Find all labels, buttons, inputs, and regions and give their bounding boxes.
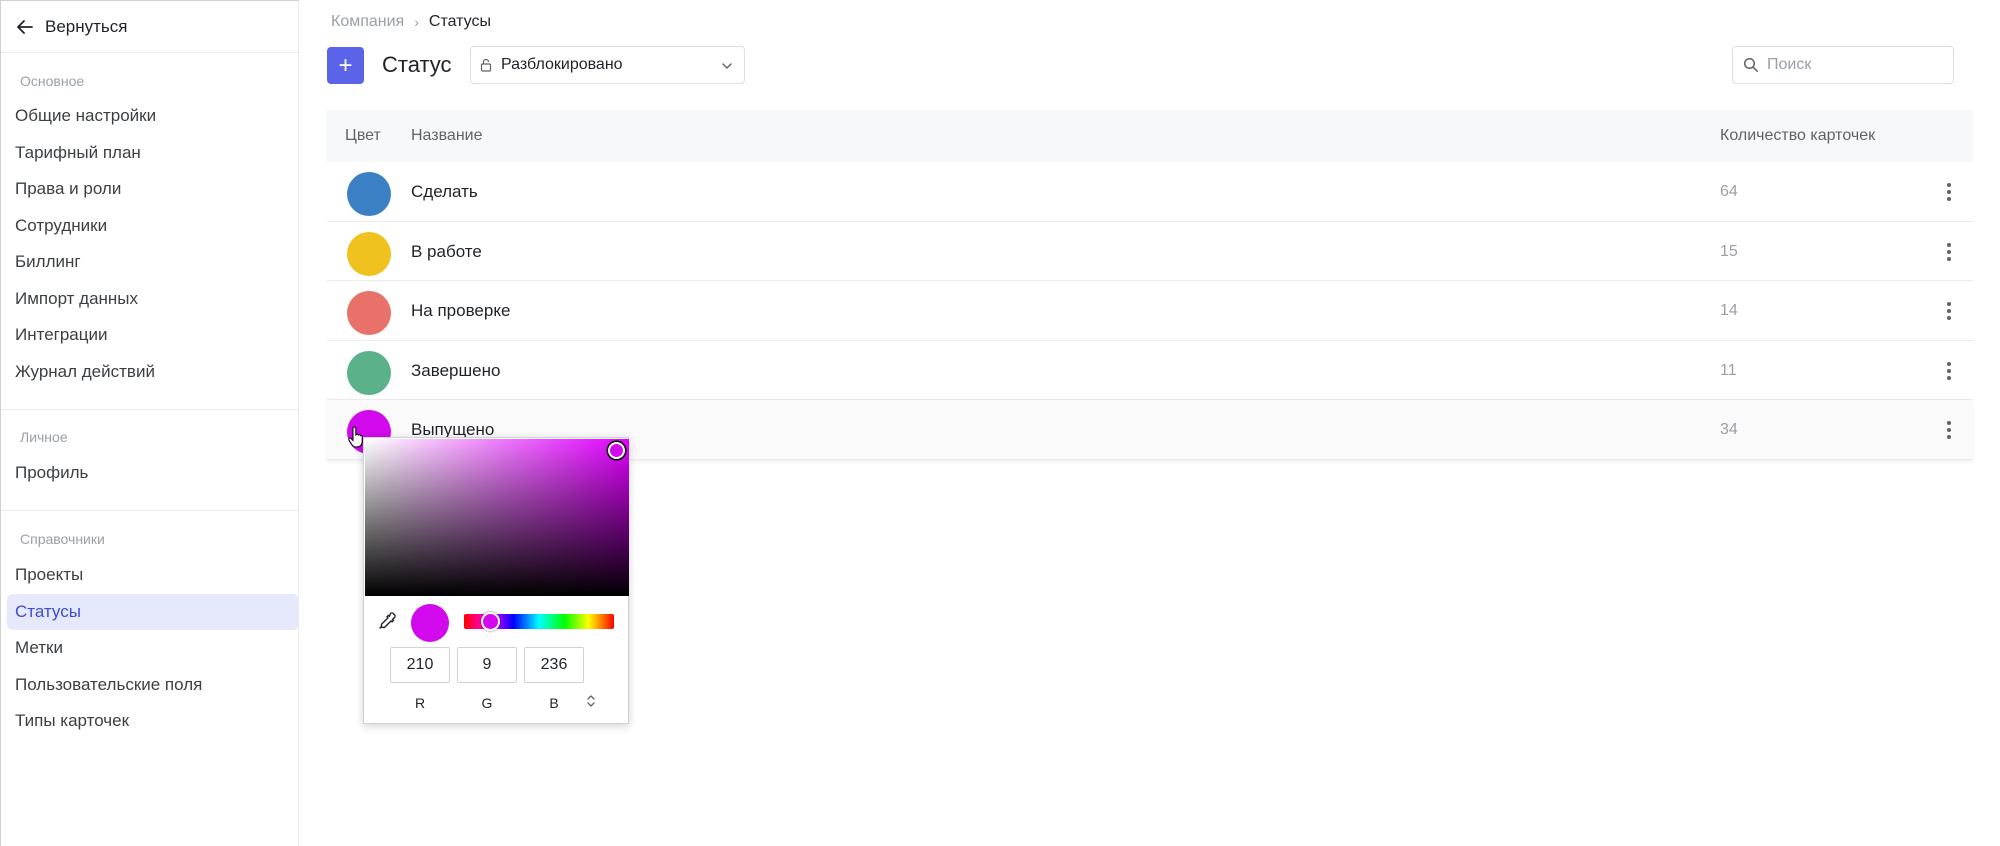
sidebar-item-card-types[interactable]: Типы карточек (7, 703, 299, 739)
status-name: Сделать (411, 182, 478, 201)
color-swatch[interactable] (347, 350, 391, 395)
table-row[interactable]: В работе 15 (327, 222, 1973, 281)
red-channel-input[interactable] (390, 647, 450, 683)
sidebar-item-projects[interactable]: Проекты (7, 557, 299, 593)
divider (1, 52, 300, 53)
divider (1, 409, 300, 410)
table-row[interactable]: Завершено 11 (327, 341, 1973, 400)
blue-channel-label: B (549, 695, 559, 711)
group-title-main: Основное (20, 73, 85, 89)
sidebar-item-import[interactable]: Импорт данных (7, 281, 299, 317)
column-header-color: Цвет (345, 127, 381, 144)
blue-channel-input[interactable] (524, 647, 584, 683)
breadcrumb-current: Статусы (428, 13, 491, 30)
breadcrumb: Компания › Статусы (331, 13, 491, 31)
more-vertical-icon[interactable] (1943, 299, 1955, 323)
sidebar-item-statuses[interactable]: Статусы (7, 594, 299, 630)
color-swatch[interactable] (347, 172, 391, 216)
add-status-button[interactable]: + (327, 47, 364, 84)
status-filter-select[interactable]: Разблокировано (470, 46, 745, 84)
table-header: Цвет Название Количество карточек (327, 110, 1973, 162)
group-title-personal: Личное (20, 429, 68, 445)
hand-pointer-icon (348, 426, 363, 448)
color-mode-toggle-icon[interactable] (585, 694, 597, 708)
table-row[interactable]: На проверке 14 (327, 281, 1973, 341)
divider (1, 510, 300, 511)
more-vertical-icon[interactable] (1943, 359, 1955, 383)
card-count: 14 (1720, 302, 1738, 319)
status-name: На проверке (411, 301, 511, 320)
lock-open-icon (480, 58, 492, 72)
breadcrumb-separator: › (414, 14, 419, 30)
arrow-left-icon (17, 20, 33, 34)
card-count: 34 (1720, 421, 1738, 438)
column-header-name[interactable]: Название (411, 127, 483, 145)
color-picker: R G B (363, 437, 629, 724)
card-count: 15 (1720, 242, 1738, 260)
sidebar-item-tags[interactable]: Метки (7, 630, 299, 666)
sidebar-item-tariff-plan[interactable]: Тарифный план (7, 135, 299, 171)
eyedropper-icon[interactable] (377, 611, 397, 631)
sidebar-item-employees[interactable]: Сотрудники (7, 208, 299, 244)
more-vertical-icon[interactable] (1943, 418, 1955, 442)
sidebar-item-billing[interactable]: Биллинг (7, 244, 299, 280)
sidebar-item-integrations[interactable]: Интеграции (7, 317, 299, 353)
sidebar-item-profile[interactable]: Профиль (7, 455, 299, 491)
group-title-directories: Справочники (20, 531, 105, 547)
more-vertical-icon[interactable] (1943, 240, 1955, 264)
status-filter-value: Разблокировано (501, 56, 623, 73)
status-name: В работе (411, 241, 482, 261)
sidebar-item-custom-fields[interactable]: Пользовательские поля (7, 667, 299, 703)
breadcrumb-company-link[interactable]: Компания (331, 13, 404, 31)
green-channel-label: G (481, 695, 493, 711)
hue-handle[interactable] (481, 612, 500, 631)
red-channel-label: R (414, 695, 426, 711)
saturation-handle[interactable] (608, 442, 625, 459)
search-input[interactable] (1767, 56, 1937, 74)
sidebar-item-activity-log[interactable]: Журнал действий (7, 354, 299, 390)
green-channel-input[interactable] (457, 647, 517, 683)
back-label: Вернуться (45, 17, 128, 36)
table-row[interactable]: Сделать 64 (327, 162, 1973, 222)
color-swatch[interactable] (347, 231, 391, 276)
color-swatch[interactable] (347, 291, 391, 335)
page-title: Статус (382, 52, 452, 77)
column-header-count[interactable]: Количество карточек (1720, 127, 1875, 145)
search-icon (1743, 57, 1758, 72)
sidebar: Вернуться Основное Общие настройки Тариф… (0, 0, 300, 846)
sidebar-item-rights-roles[interactable]: Права и роли (7, 171, 299, 207)
saturation-area[interactable] (365, 439, 629, 596)
chevron-down-icon (722, 63, 732, 69)
more-vertical-icon[interactable] (1943, 180, 1955, 204)
color-preview (411, 604, 449, 642)
card-count: 64 (1720, 183, 1738, 200)
sidebar-item-general-settings[interactable]: Общие настройки (7, 98, 299, 134)
status-table: Цвет Название Количество карточек Сделат… (327, 110, 1973, 460)
search-box[interactable] (1732, 46, 1954, 84)
back-button[interactable]: Вернуться (15, 13, 128, 41)
card-count: 11 (1720, 361, 1737, 379)
status-name: Завершено (411, 360, 501, 380)
